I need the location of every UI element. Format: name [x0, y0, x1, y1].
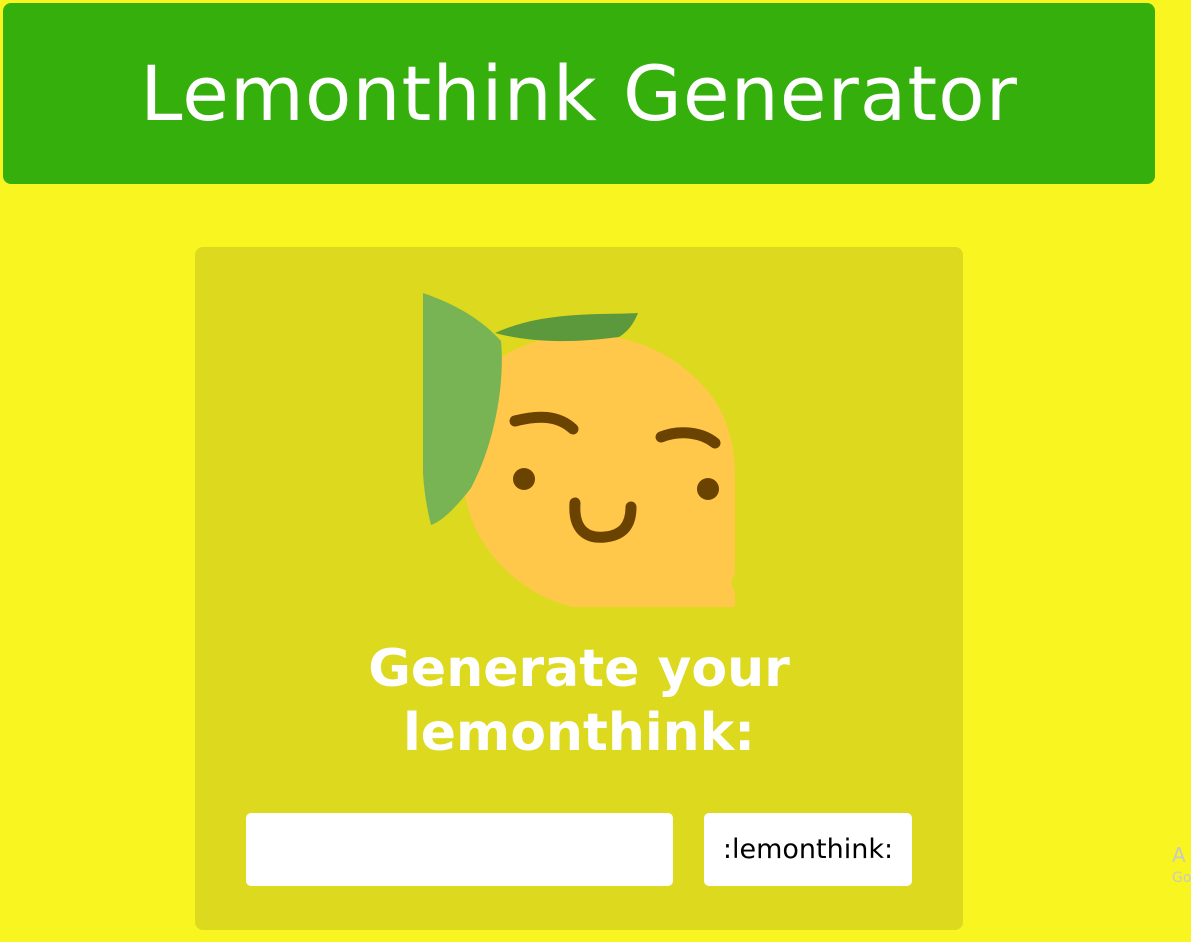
- prompt-line-2: lemonthink:: [402, 703, 756, 763]
- page-title: Lemonthink Generator: [140, 48, 1018, 138]
- lemonthink-button[interactable]: :lemonthink:: [704, 813, 912, 886]
- lemon-think-icon: [423, 293, 735, 607]
- lemon-eye-left: [513, 468, 535, 490]
- lemon-leaf-back: [495, 313, 638, 342]
- page: Lemonthink Generator Generate your lemon…: [0, 0, 1191, 942]
- prompt-line-1: Generate your: [368, 639, 790, 699]
- header-banner: Lemonthink Generator: [3, 3, 1155, 184]
- side-ad-line-2: Go: [1172, 870, 1191, 886]
- lemonthink-text-input[interactable]: [246, 813, 673, 886]
- generate-prompt: Generate your lemonthink:: [195, 637, 963, 765]
- side-ad-fragment[interactable]: A Go: [1172, 842, 1191, 902]
- lemon-body: [463, 334, 735, 607]
- generator-card: Generate your lemonthink: :lemonthink:: [195, 247, 963, 930]
- side-ad-line-1: A: [1172, 843, 1186, 867]
- lemon-eye-right: [697, 478, 719, 500]
